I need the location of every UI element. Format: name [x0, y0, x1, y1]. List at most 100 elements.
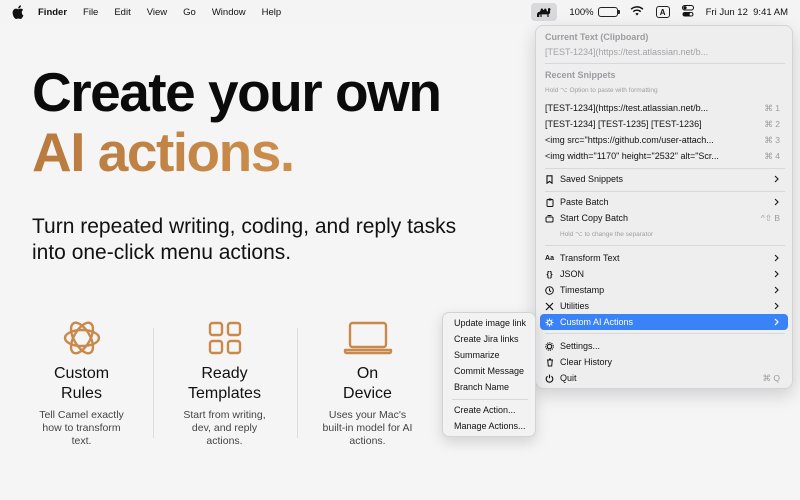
snippet-shortcut: ⌘ 1	[764, 102, 780, 113]
wifi-icon[interactable]	[630, 5, 644, 19]
menu-go[interactable]: Go	[183, 7, 196, 18]
clock-icon	[545, 285, 554, 295]
timestamp-item[interactable]: Timestamp	[540, 282, 788, 298]
feature-ready-templates: Ready Templates Start from writing, dev,…	[153, 318, 296, 458]
recent-snippets-label: Recent Snippets	[545, 70, 616, 80]
saved-snippets-label: Saved Snippets	[560, 174, 624, 184]
start-copy-batch-label: Start Copy Batch	[560, 213, 629, 223]
feature-on-device: On Device Uses your Mac's built-in model…	[296, 318, 439, 458]
start-copy-batch-shortcut: ^⇧ B	[760, 212, 780, 223]
feature-description: Uses your Mac's built-in model for AI ac…	[322, 409, 413, 447]
bookmark-icon	[545, 174, 554, 184]
manage-actions-item[interactable]: Manage Actions...	[454, 421, 526, 431]
hero-title: Create your own AI actions.	[32, 61, 442, 182]
custom-ai-actions-item[interactable]: Custom AI Actions	[540, 314, 788, 330]
submenu-item-summarize[interactable]: Summarize	[454, 350, 500, 360]
submenu-item-branch-name[interactable]: Branch Name	[454, 382, 509, 392]
snippet-text: <img width="1170" height="2532" alt="Scr…	[545, 151, 719, 161]
paste-batch-item[interactable]: Paste Batch	[540, 194, 788, 210]
menu-separator	[545, 333, 785, 334]
start-copy-batch-item[interactable]: Start Copy Batch ^⇧ B	[540, 210, 788, 226]
hero-title-line2: AI actions.	[32, 122, 440, 182]
snippet-text: <img src="https://github.com/user-attach…	[545, 135, 714, 145]
feature-description: Start from writing, dev, and reply actio…	[183, 409, 266, 447]
gear-icon	[545, 341, 554, 351]
menu-edit[interactable]: Edit	[114, 7, 130, 18]
snippet-shortcut: ⌘ 2	[764, 118, 780, 129]
custom-ai-actions-label: Custom AI Actions	[560, 317, 634, 327]
apple-icon[interactable]	[12, 5, 26, 19]
recent-snippet-item[interactable]: [TEST-1234](https://test.atlassian.net/b…	[540, 100, 788, 116]
power-icon	[545, 374, 554, 383]
quit-shortcut: ⌘ Q	[762, 372, 780, 383]
camel-icon[interactable]	[531, 3, 558, 21]
snippet-text: [TEST-1234](https://test.atlassian.net/b…	[545, 103, 709, 113]
chevron-right-icon	[774, 302, 782, 310]
feature-divider	[297, 328, 298, 438]
keyboard-icon[interactable]: A	[655, 6, 670, 18]
clear-history-item[interactable]: Clear History	[540, 354, 788, 370]
create-action-item[interactable]: Create Action...	[454, 405, 516, 415]
saved-snippets-item[interactable]: Saved Snippets	[540, 171, 788, 187]
trash-icon	[545, 358, 554, 367]
custom-ai-actions-submenu: Update image link Create Jira links Summ…	[442, 312, 536, 437]
sparkle-gear-icon	[545, 318, 554, 327]
recent-snippets-hint: Hold ⌥ Option to paste with formatting	[545, 87, 658, 94]
clipboard-icon	[545, 198, 554, 207]
feature-title: Ready Templates	[188, 365, 261, 402]
menu-app-name[interactable]: Finder	[38, 7, 67, 18]
json-label: JSON	[560, 269, 585, 279]
recent-snippet-item[interactable]: [TEST-1234] [TEST-1235] [TEST-1236] ⌘ 2	[540, 116, 788, 132]
stack-icon	[545, 214, 554, 223]
tools-icon	[545, 302, 554, 311]
chevron-right-icon	[774, 175, 782, 183]
camel-dropdown-menu: Current Text (Clipboard) [TEST-1234](htt…	[535, 25, 793, 389]
snippet-shortcut: ⌘ 4	[764, 150, 780, 161]
menu-help[interactable]: Help	[262, 7, 282, 18]
menu-window[interactable]: Window	[212, 7, 246, 18]
chevron-right-icon	[774, 270, 782, 278]
timestamp-label: Timestamp	[560, 285, 605, 295]
clear-history-label: Clear History	[560, 357, 613, 367]
settings-item[interactable]: Settings...	[540, 338, 788, 354]
laptop-icon	[343, 318, 393, 358]
menubar-datetime[interactable]: Fri Jun 12 9:41 AM	[706, 7, 788, 18]
text-format-icon: Aa	[545, 254, 554, 262]
control-center-icon[interactable]	[681, 4, 694, 20]
flower-icon	[62, 318, 102, 358]
transform-text-item[interactable]: Aa Transform Text	[540, 250, 788, 266]
paste-batch-label: Paste Batch	[560, 197, 609, 207]
menu-separator	[452, 399, 528, 400]
submenu-item-create-jira-links[interactable]: Create Jira links	[454, 334, 519, 344]
hero-subtitle: Turn repeated writing, coding, and reply…	[32, 215, 457, 264]
menu-separator	[545, 168, 785, 169]
snippet-shortcut: ⌘ 3	[764, 134, 780, 145]
recent-snippet-item[interactable]: <img width="1170" height="2532" alt="Scr…	[540, 148, 788, 164]
batch-hint: Hold ⌥ to change the separator	[560, 231, 654, 238]
feature-title: On Device	[343, 365, 392, 402]
feature-list: Custom Rules Tell Camel exactly how to t…	[10, 318, 450, 458]
menu-bar: Finder File Edit View Go Window Help 100…	[0, 0, 800, 24]
battery-indicator[interactable]: 100%	[569, 6, 620, 18]
snippet-text: [TEST-1234] [TEST-1235] [TEST-1236]	[545, 119, 702, 129]
recent-snippet-item[interactable]: <img src="https://github.com/user-attach…	[540, 132, 788, 148]
submenu-item-commit-message[interactable]: Commit Message	[454, 366, 524, 376]
current-text-label: Current Text (Clipboard)	[545, 32, 649, 42]
menu-separator	[545, 63, 785, 64]
hero-title-line1: Create your own	[32, 61, 442, 123]
settings-label: Settings...	[560, 341, 601, 351]
submenu-item-update-image-link[interactable]: Update image link	[454, 318, 526, 328]
json-item[interactable]: {} JSON	[540, 266, 788, 282]
menu-file[interactable]: File	[83, 7, 98, 18]
quit-label: Quit	[560, 373, 577, 383]
transform-text-label: Transform Text	[560, 253, 620, 263]
battery-percent: 100%	[569, 6, 594, 18]
grid-icon	[208, 318, 242, 358]
chevron-right-icon	[774, 286, 782, 294]
feature-description: Tell Camel exactly how to transform text…	[39, 409, 124, 447]
menu-view[interactable]: View	[147, 7, 167, 18]
utilities-item[interactable]: Utilities	[540, 298, 788, 314]
chevron-right-icon	[774, 318, 782, 326]
menu-separator	[545, 245, 785, 246]
quit-item[interactable]: Quit ⌘ Q	[540, 370, 788, 386]
